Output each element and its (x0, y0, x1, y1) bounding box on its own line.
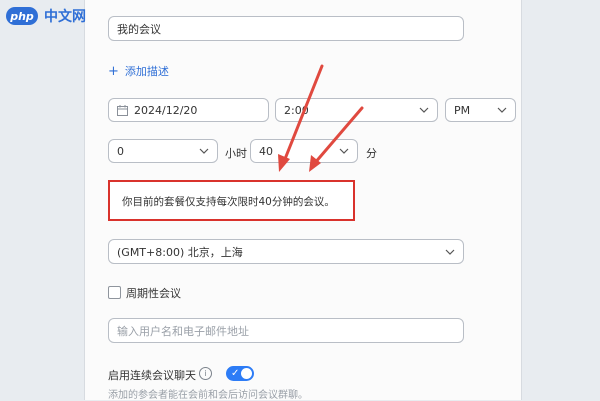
date-picker[interactable]: 2024/12/20 (108, 98, 269, 122)
site-watermark: php 中文网 (6, 6, 86, 26)
add-description-link[interactable]: + 添加描述 (108, 63, 169, 79)
plan-limit-text: 你目前的套餐仅支持每次限时40分钟的会议。 (122, 196, 335, 208)
meeting-title-value: 我的会议 (117, 22, 161, 36)
chevron-down-icon (199, 148, 209, 154)
ampm-value: PM (454, 103, 471, 117)
continuous-chat-toggle[interactable]: ✓ (226, 366, 254, 381)
info-icon[interactable]: i (199, 367, 212, 380)
php-logo: php (6, 7, 38, 25)
continuous-chat-hint: 添加的参会者能在会前和会后访问会议群聊。 (108, 390, 308, 401)
hours-unit-label: 小时 (225, 147, 247, 160)
continuous-chat-label: 启用连续会议聊天 (108, 369, 196, 382)
time-select[interactable]: 2:00 (275, 98, 438, 122)
watermark-text: 中文网 (44, 9, 86, 25)
chevron-down-icon (445, 249, 455, 255)
chevron-down-icon (497, 107, 507, 113)
recurring-checkbox[interactable] (108, 286, 121, 299)
add-description-label: 添加描述 (124, 65, 169, 78)
chevron-down-icon (419, 107, 429, 113)
duration-minutes-select[interactable]: 40 (250, 139, 358, 163)
invitee-input[interactable]: 输入用户名和电子邮件地址 (108, 318, 464, 343)
ampm-select[interactable]: PM (445, 98, 516, 122)
toggle-knob (241, 368, 252, 379)
meeting-title-input[interactable]: 我的会议 (108, 16, 464, 41)
check-icon: ✓ (231, 368, 240, 379)
calendar-icon (117, 104, 128, 116)
recurring-label: 周期性会议 (126, 287, 181, 300)
plan-limit-notice: 你目前的套餐仅支持每次限时40分钟的会议。 (108, 180, 355, 221)
time-value: 2:00 (284, 103, 309, 117)
minutes-unit-label: 分 (366, 147, 377, 160)
duration-hours-select[interactable]: 0 (108, 139, 218, 163)
timezone-select[interactable]: (GMT+8:00) 北京，上海 (108, 239, 464, 264)
chevron-down-icon (339, 148, 349, 154)
plus-icon: + (108, 63, 119, 79)
timezone-value: (GMT+8:00) 北京，上海 (117, 245, 243, 259)
duration-minutes-value: 40 (259, 144, 273, 158)
duration-hours-value: 0 (117, 144, 124, 158)
date-value: 2024/12/20 (134, 103, 198, 117)
invitee-placeholder: 输入用户名和电子邮件地址 (117, 324, 249, 338)
